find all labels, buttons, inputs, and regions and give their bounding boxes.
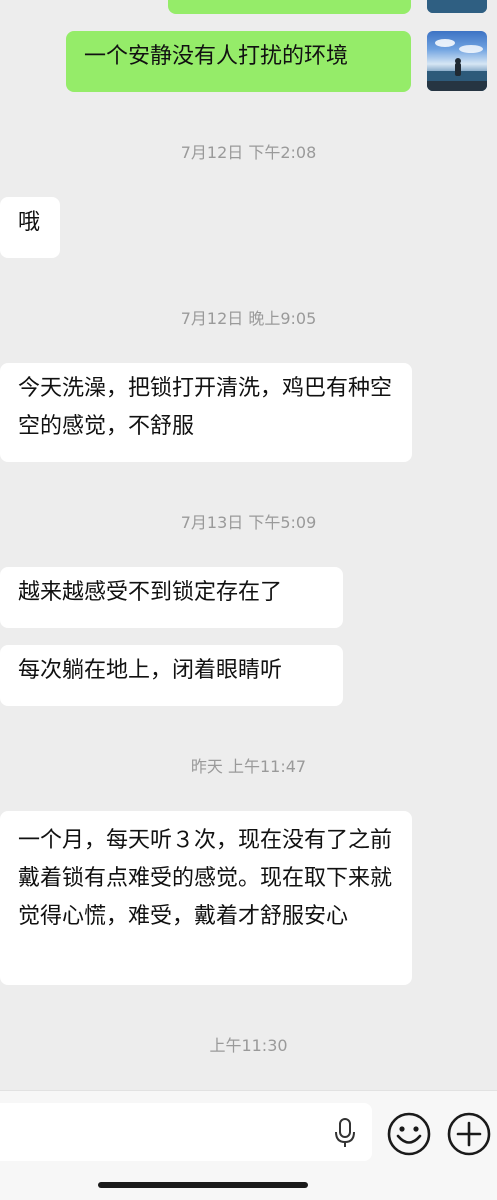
timestamp: 7月12日 晚上9:05 — [180, 309, 317, 328]
incoming-message-bubble[interactable]: 哦 — [0, 197, 60, 258]
incoming-message-bubble[interactable]: 今天洗澡，把锁打开清洗，鸡巴有种空空的感觉，不舒服 — [0, 363, 412, 462]
timestamp: 7月12日 下午2:08 — [180, 143, 317, 162]
incoming-message-bubble[interactable]: 越来越感受不到锁定存在了 — [0, 567, 343, 628]
emoji-icon[interactable] — [386, 1111, 432, 1157]
outgoing-message-bubble[interactable]: 一个安静没有人打扰的环境 — [66, 31, 411, 92]
message-input[interactable] — [0, 1103, 372, 1161]
timestamp: 上午11:30 — [209, 1036, 288, 1055]
timestamp: 昨天 上午11:47 — [190, 757, 307, 776]
my-avatar[interactable] — [427, 31, 487, 91]
microphone-icon[interactable] — [332, 1117, 358, 1149]
chat-message-list[interactable]: 一个安静没有人打扰的环境 7月12日 下午2:08 哦 7月12日 晚上9:05… — [0, 0, 497, 1090]
incoming-message-bubble[interactable]: 每次躺在地上，闭着眼睛听 — [0, 645, 343, 706]
outgoing-message-bubble[interactable] — [168, 0, 411, 14]
plus-icon[interactable] — [446, 1111, 492, 1157]
incoming-message-bubble[interactable]: 一个月，每天听３次，现在没有了之前戴着锁有点难受的感觉。现在取下来就觉得心慌，难… — [0, 811, 412, 985]
my-avatar[interactable] — [427, 0, 487, 13]
timestamp: 7月13日 下午5:09 — [180, 513, 317, 532]
home-indicator[interactable] — [98, 1182, 308, 1188]
